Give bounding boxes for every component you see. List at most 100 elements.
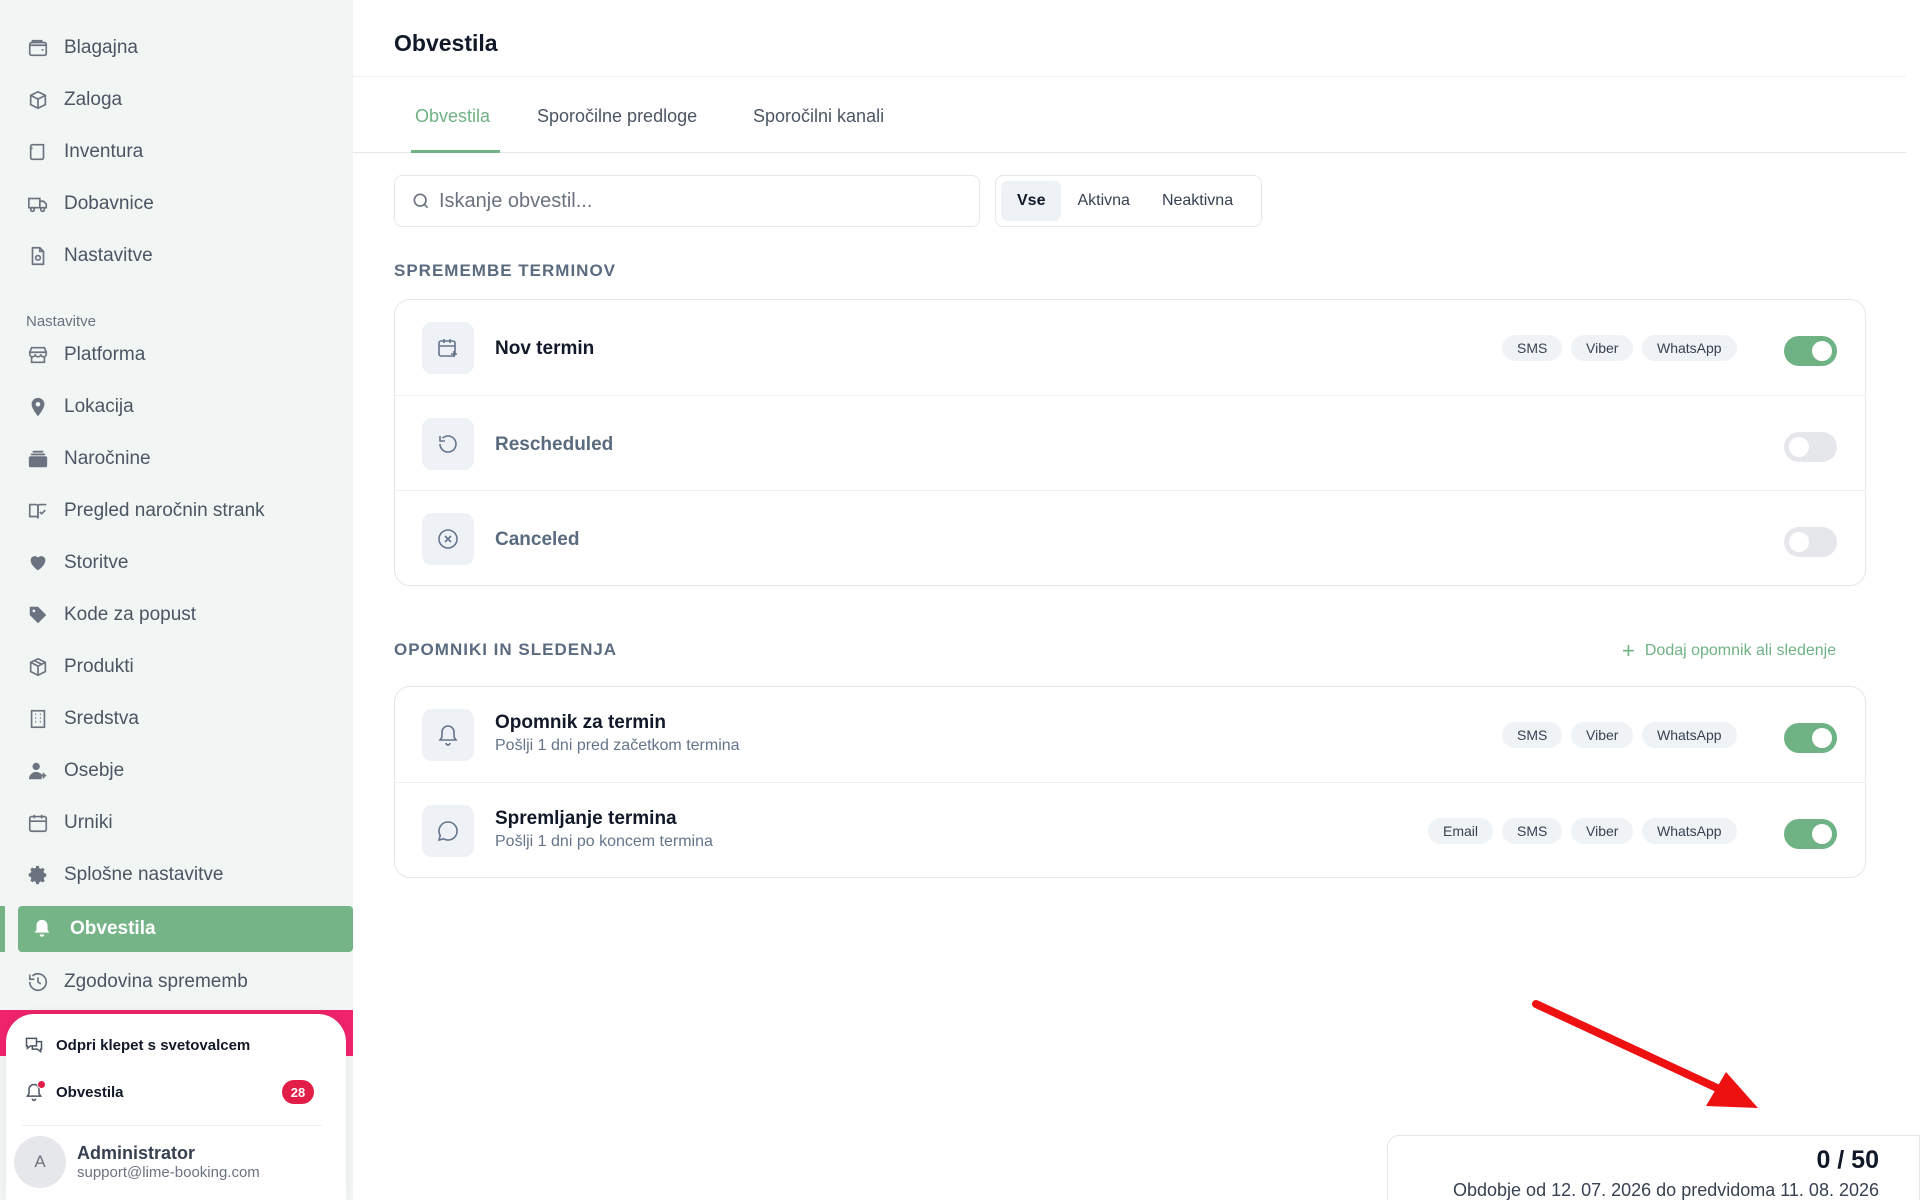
gear-icon — [26, 863, 50, 887]
active-tab-indicator — [411, 150, 500, 153]
bell-icon — [22, 1080, 46, 1104]
enable-toggle[interactable] — [1784, 432, 1837, 462]
notification-row[interactable]: Rescheduled — [395, 395, 1865, 490]
toggle-knob — [1789, 532, 1809, 552]
tab-sporocilni-kanali[interactable]: Sporočilni kanali — [753, 106, 884, 127]
sidebar-item-zaloga[interactable]: Zaloga — [26, 78, 122, 122]
notification-row[interactable]: Opomnik za termin Pošlji 1 dni pred zače… — [395, 687, 1865, 782]
sidebar-item-nastavitve[interactable]: Nastavitve — [26, 234, 153, 278]
notification-row[interactable]: Canceled — [395, 490, 1865, 585]
plus-icon: + — [1622, 638, 1635, 663]
toggle-knob — [1789, 437, 1809, 457]
user-plus-icon — [26, 759, 50, 783]
sidebar-item-storitve[interactable]: Storitve — [26, 541, 128, 585]
sidebar-item-sredstva[interactable]: Sredstva — [26, 697, 139, 741]
appointment-changes-card: Nov termin SMS Viber WhatsApp Reschedule… — [394, 299, 1866, 586]
search-box[interactable] — [394, 175, 980, 227]
file-gear-icon — [26, 244, 50, 268]
header-divider — [353, 76, 1906, 77]
sidebar-item-label: Produkti — [64, 656, 134, 677]
sidebar-item-label: Dobavnice — [64, 193, 154, 214]
sidebar-item-label: Zaloga — [64, 89, 123, 110]
sidebar-item-label: Storitve — [64, 552, 129, 573]
sidebar-item-pregled-narocnin[interactable]: Pregled naročnin strank — [26, 489, 265, 533]
sidebar-item-label: Zgodovina sprememb — [64, 971, 248, 992]
sidebar-item-label: Kode za popust — [64, 604, 197, 625]
unread-dot — [37, 1080, 46, 1089]
sidebar-item-blagajna[interactable]: Blagajna — [26, 26, 138, 70]
sidebar-item-osebje[interactable]: Osebje — [26, 749, 124, 793]
sidebar-item-platforma[interactable]: Platforma — [26, 333, 145, 377]
truck-icon — [26, 192, 50, 216]
search-icon — [411, 191, 431, 211]
sidebar-item-label: Obvestila — [70, 918, 156, 939]
notification-row[interactable]: Nov termin SMS Viber WhatsApp — [395, 300, 1865, 395]
sidebar-item-label: Splošne nastavitve — [64, 864, 224, 885]
channel-badge: WhatsApp — [1642, 722, 1737, 748]
user-name: Administrator — [77, 1143, 196, 1163]
map-pin-icon — [26, 395, 50, 419]
building-icon — [26, 707, 50, 731]
notification-title: Rescheduled — [495, 434, 614, 455]
channel-badge: SMS — [1502, 818, 1563, 844]
notifications-button[interactable]: Obvestila — [22, 1080, 124, 1104]
enable-toggle[interactable] — [1784, 723, 1837, 753]
filter-neaktivna[interactable]: Neaktivna — [1146, 181, 1249, 221]
sidebar-item-label: Pregled naročnin strank — [64, 500, 265, 521]
avatar[interactable]: A — [14, 1136, 66, 1188]
search-input[interactable] — [439, 189, 959, 213]
boxes-icon — [26, 88, 50, 112]
sidebar-item-inventura[interactable]: Inventura — [26, 130, 143, 174]
heart-hand-icon — [26, 551, 50, 575]
sidebar-item-urniki[interactable]: Urniki — [26, 801, 113, 845]
enable-toggle[interactable] — [1784, 527, 1837, 557]
filter-aktivna[interactable]: Aktivna — [1061, 181, 1145, 221]
add-reminder-button[interactable]: + Dodaj opomnik ali sledenje — [1622, 638, 1836, 664]
notifications-count-badge: 28 — [282, 1080, 314, 1104]
channel-badge: Viber — [1571, 335, 1634, 361]
package-icon — [26, 655, 50, 679]
sidebar-item-produkti[interactable]: Produkti — [26, 645, 134, 689]
bell-icon — [30, 917, 54, 941]
book-check-icon — [26, 499, 50, 523]
sidebar-item-label: Lokacija — [64, 396, 134, 417]
channel-badge: Viber — [1571, 722, 1634, 748]
chat-bubble-icon — [422, 805, 474, 857]
notification-title: Spremljanje termina — [495, 808, 677, 829]
chat-icon — [22, 1033, 46, 1057]
sidebar-item-kode-za-popust[interactable]: Kode za popust — [26, 593, 196, 637]
calendar-plus-icon — [422, 322, 474, 374]
notification-subtitle: Pošlji 1 dni po koncem termina — [495, 833, 713, 850]
sidebar-item-dobavnice[interactable]: Dobavnice — [26, 182, 154, 226]
history-icon — [26, 970, 50, 994]
sidebar-item-label: Urniki — [64, 812, 113, 833]
sidebar: Blagajna Zaloga Inventura Dobavnice Nast… — [0, 0, 353, 1200]
enable-toggle[interactable] — [1784, 819, 1837, 849]
open-chat-label: Odpri klepet s svetovalcem — [56, 1036, 251, 1054]
open-chat-button[interactable]: Odpri klepet s svetovalcem — [22, 1033, 250, 1057]
tab-obvestila[interactable]: Obvestila — [415, 106, 490, 127]
sidebar-item-narocnine[interactable]: Naročnine — [26, 437, 151, 481]
x-circle-icon — [422, 513, 474, 565]
usage-count: 0 / 50 — [1816, 1146, 1879, 1174]
sidebar-item-splosne-nastavitve[interactable]: Splošne nastavitve — [26, 853, 224, 897]
sidebar-item-obvestila[interactable]: Obvestila — [18, 906, 353, 952]
sidebar-item-label: Sredstva — [64, 708, 139, 729]
rotate-ccw-icon — [422, 418, 474, 470]
sidebar-item-zgodovina-sprememb[interactable]: Zgodovina sprememb — [26, 960, 248, 1004]
sidebar-item-label: Blagajna — [64, 37, 138, 58]
sidebar-item-lokacija[interactable]: Lokacija — [26, 385, 134, 429]
channel-badge: SMS — [1502, 335, 1563, 361]
channel-badge: WhatsApp — [1642, 335, 1737, 361]
channel-badge: SMS — [1502, 722, 1563, 748]
filter-vse[interactable]: Vse — [1001, 181, 1062, 221]
user-email: support@lime-booking.com — [77, 1164, 260, 1181]
section-title-spremembe: SPREMEMBE TERMINOV — [394, 261, 617, 280]
scroll-icon — [26, 140, 50, 164]
enable-toggle[interactable] — [1784, 336, 1837, 366]
subscription-icon — [26, 447, 50, 471]
tab-sporocilne-predloge[interactable]: Sporočilne predloge — [537, 106, 697, 127]
bell-icon — [422, 709, 474, 761]
notification-row[interactable]: Spremljanje termina Pošlji 1 dni po konc… — [395, 782, 1865, 877]
wallet-icon — [26, 36, 50, 60]
